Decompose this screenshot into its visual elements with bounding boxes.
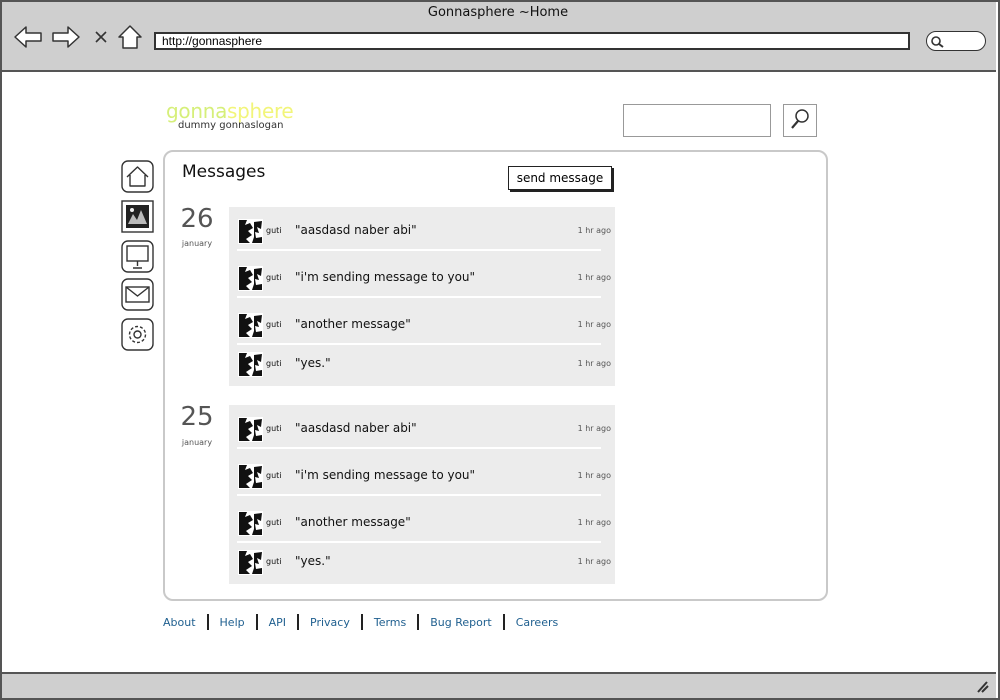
day-month: january [181,239,213,248]
message-time: 1 hr ago [577,320,611,329]
sidebar-item-settings[interactable] [121,318,154,355]
row-divider [237,296,601,298]
day-number: 25 [180,402,214,432]
footer-divider [255,614,258,630]
message-row[interactable]: guti "yes." 1 hr ago [229,546,615,584]
message-group: guti "aasdasd naber abi" 1 hr ago guti "… [229,405,615,584]
message-row[interactable]: guti "another message" 1 hr ago [229,301,615,345]
message-username: guti [266,273,282,282]
footer-link-bug-report[interactable]: Bug Report [430,616,491,629]
row-divider [237,343,601,345]
message-username: guti [266,424,282,433]
message-username: guti [266,320,282,329]
message-time: 1 hr ago [577,273,611,282]
message-row[interactable]: guti "aasdasd naber abi" 1 hr ago [229,207,615,251]
footer-link-terms[interactable]: Terms [374,616,406,629]
presentation-icon [121,240,154,277]
home-icon [121,160,154,197]
footer-divider [417,614,420,630]
avatar [238,266,263,291]
message-time: 1 hr ago [577,518,611,527]
message-text: "i'm sending message to you" [295,468,476,482]
footer-divider [206,614,209,630]
magnifier-icon [789,107,811,135]
mail-icon [121,278,154,315]
message-username: guti [266,359,282,368]
avatar [238,219,263,244]
sidebar-item-presentations[interactable] [121,240,154,277]
avatar [238,417,263,442]
message-text: "another message" [295,317,411,331]
message-text: "another message" [295,515,411,529]
row-divider [237,447,601,449]
message-row[interactable]: guti "yes." 1 hr ago [229,348,615,386]
message-row[interactable]: guti "i'm sending message to you" 1 hr a… [229,254,615,298]
message-row[interactable]: guti "i'm sending message to you" 1 hr a… [229,452,615,496]
gear-icon [121,318,154,355]
back-arrow-icon[interactable] [13,24,43,50]
avatar [238,464,263,489]
message-row[interactable]: guti "another message" 1 hr ago [229,499,615,543]
avatar [238,550,263,575]
browser-status-bar [2,672,996,698]
message-username: guti [266,557,282,566]
message-username: guti [266,518,282,527]
day-month: january [181,438,213,447]
footer-link-careers[interactable]: Careers [516,616,559,629]
message-username: guti [266,471,282,480]
footer-link-privacy[interactable]: Privacy [310,616,350,629]
message-time: 1 hr ago [577,471,611,480]
sidebar-item-home[interactable] [121,160,154,197]
row-divider [237,494,601,496]
resize-grip-icon[interactable] [974,678,990,693]
avatar [238,352,263,377]
message-text: "i'm sending message to you" [295,270,476,284]
sidebar-item-messages[interactable] [121,278,154,315]
window-title: Gonnasphere ~Home [427,5,569,20]
message-text: "aasdasd naber abi" [295,223,417,237]
close-x-icon[interactable] [88,24,114,50]
message-time: 1 hr ago [577,557,611,566]
sidebar-item-photos[interactable] [121,200,154,237]
message-text: "yes." [295,356,331,370]
footer-links: About Help API Privacy Terms Bug Report … [163,612,558,632]
footer-divider [502,614,505,630]
magnifier-icon [930,34,944,53]
page-title: Messages [182,162,266,182]
message-time: 1 hr ago [577,359,611,368]
url-bar[interactable] [154,32,910,50]
avatar [238,511,263,536]
row-divider [237,541,601,543]
message-time: 1 hr ago [577,424,611,433]
send-message-button[interactable]: send message [508,166,612,190]
forward-arrow-icon[interactable] [51,24,81,50]
site-search-input[interactable] [623,104,771,137]
message-username: guti [266,226,282,235]
footer-link-help[interactable]: Help [220,616,245,629]
browser-search-field[interactable] [926,31,986,51]
footer-link-about[interactable]: About [163,616,196,629]
message-text: "aasdasd naber abi" [295,421,417,435]
day-number: 26 [180,204,214,234]
site-search-button[interactable] [783,104,817,137]
avatar [238,313,263,338]
message-text: "yes." [295,554,331,568]
footer-divider [360,614,363,630]
photo-icon [121,200,154,237]
footer-divider [297,614,300,630]
site-slogan: dummy gonnaslogan [178,120,284,131]
message-row[interactable]: guti "aasdasd naber abi" 1 hr ago [229,405,615,449]
row-divider [237,249,601,251]
message-group: guti "aasdasd naber abi" 1 hr ago guti "… [229,207,615,386]
message-time: 1 hr ago [577,226,611,235]
home-icon[interactable] [115,24,145,50]
footer-link-api[interactable]: API [269,616,286,629]
